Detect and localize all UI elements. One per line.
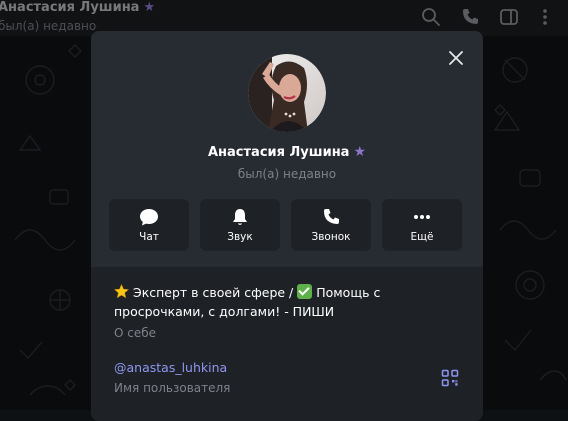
profile-actions: Чат Звук Звонок Ещё — [109, 199, 464, 251]
check-mark-emoji-icon — [297, 284, 313, 299]
premium-star-icon[interactable]: ★ — [353, 144, 366, 160]
phone-icon — [324, 209, 339, 224]
sound-button[interactable]: Звук — [200, 199, 280, 251]
profile-name: Анастасия Лушина ★ — [91, 144, 483, 160]
sound-button-label: Звук — [227, 231, 253, 243]
profile-status: был(а) недавно — [237, 167, 337, 181]
close-icon[interactable] — [444, 46, 468, 70]
chat-bubble-icon — [140, 209, 158, 226]
call-button-label: Звонок — [311, 231, 351, 243]
more-horizontal-icon — [414, 215, 430, 219]
qr-code-icon[interactable] — [441, 369, 459, 387]
bell-icon — [233, 209, 247, 225]
call-button[interactable]: Звонок — [291, 199, 371, 251]
avatar[interactable] — [248, 54, 326, 132]
more-button-label: Ещё — [410, 231, 434, 243]
star-emoji-icon — [114, 284, 129, 299]
username-caption: Имя пользователя — [114, 381, 231, 395]
profile-modal: Анастасия Лушина ★ был(а) недавно Чат Зву… — [91, 31, 483, 421]
chat-button[interactable]: Чат — [109, 199, 189, 251]
bio-text-part1: Эксперт в своей сфере / — [129, 285, 298, 300]
profile-name-text: Анастасия Лушина — [207, 145, 350, 160]
profile-bio: Эксперт в своей сфере / Помощь с просроч… — [114, 283, 394, 321]
chat-button-label: Чат — [139, 231, 159, 243]
more-button[interactable]: Ещё — [382, 199, 462, 251]
username-link[interactable]: @anastas_luhkina — [114, 360, 227, 375]
bio-caption: О себе — [114, 326, 157, 340]
